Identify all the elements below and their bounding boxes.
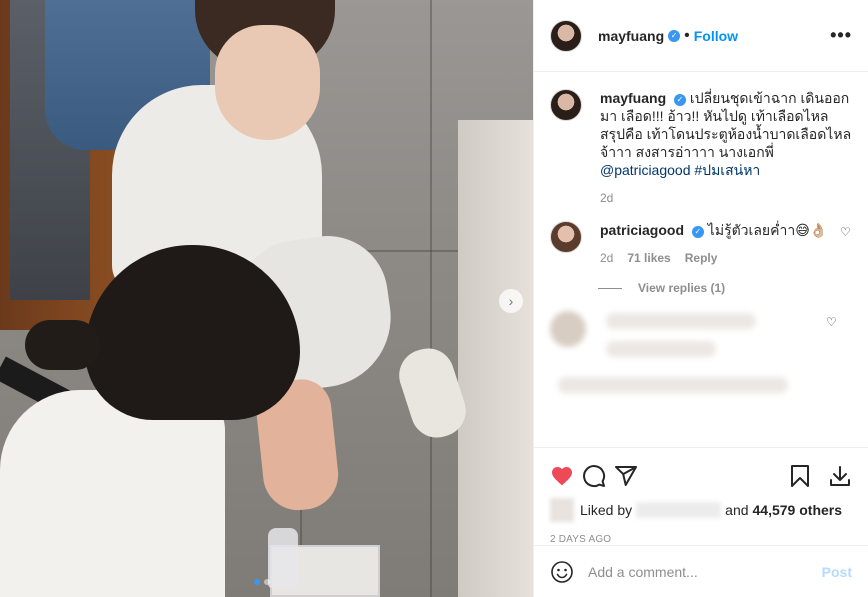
photo-woman-face bbox=[215, 25, 320, 140]
caption-hashtag[interactable]: #ปมเสน่หา bbox=[694, 162, 760, 178]
comment-input[interactable] bbox=[588, 563, 822, 580]
instagram-post: › mayfuang ✓ • Follow ••• mayfuang ✓ เปล… bbox=[0, 0, 868, 597]
blurred-comment bbox=[550, 375, 852, 395]
caption-mention[interactable]: @patriciagood bbox=[600, 162, 691, 178]
share-icon[interactable] bbox=[606, 456, 646, 496]
liked-by-username[interactable] bbox=[636, 502, 722, 518]
comment-time[interactable]: 2d bbox=[600, 249, 613, 267]
carousel-dot bbox=[264, 579, 270, 585]
bookmark-icon[interactable] bbox=[780, 456, 820, 496]
post-comment-button[interactable]: Post bbox=[822, 564, 852, 580]
comment-reply-button[interactable]: Reply bbox=[685, 249, 718, 267]
caption: mayfuang ✓ เปลี่ยนชุดเข้าฉาก เดินออกมา เ… bbox=[550, 89, 852, 207]
verified-badge-icon: ✓ bbox=[674, 94, 687, 106]
view-replies-label: View replies (1) bbox=[638, 281, 726, 295]
post-sidebar: mayfuang ✓ • Follow ••• mayfuang ✓ เปลี่… bbox=[533, 0, 868, 597]
comment-like-icon[interactable]: ♡ bbox=[840, 225, 852, 267]
liked-by-prefix: Liked by bbox=[580, 502, 633, 518]
action-bar: Liked by and 44,579 others 2 DAYS AGO bbox=[534, 447, 868, 545]
follow-button[interactable]: Follow bbox=[694, 28, 738, 44]
likes-summary: Liked by and 44,579 others bbox=[550, 498, 852, 522]
chevron-right-icon: › bbox=[508, 293, 514, 309]
post-date[interactable]: 2 DAYS AGO bbox=[550, 534, 852, 545]
avatar[interactable] bbox=[550, 19, 582, 52]
caption-time[interactable]: 2d bbox=[600, 189, 852, 207]
comment-like-icon[interactable]: ♡ bbox=[826, 315, 838, 329]
post-photo[interactable]: › bbox=[0, 0, 533, 597]
add-comment-bar: Post bbox=[534, 545, 868, 597]
blurred-comment: ♡ bbox=[550, 305, 852, 375]
photo-cabinet bbox=[458, 120, 533, 597]
comments-list[interactable]: mayfuang ✓ เปลี่ยนชุดเข้าฉาก เดินออกมา เ… bbox=[534, 73, 868, 447]
comment-item: patriciagood ✓ ไม่รู้ตัวเลยค่ำา😅👌🏼 2d 71… bbox=[550, 221, 852, 267]
view-replies-button[interactable]: View replies (1) bbox=[598, 281, 852, 295]
carousel-next-button[interactable]: › bbox=[499, 289, 523, 313]
liked-by-and: and bbox=[725, 502, 749, 518]
photo-helper bbox=[0, 390, 225, 597]
caption-avatar[interactable] bbox=[550, 89, 582, 121]
likes-others[interactable]: 44,579 others bbox=[753, 502, 843, 518]
download-icon[interactable] bbox=[820, 456, 860, 496]
comment-likes[interactable]: 71 likes bbox=[627, 249, 670, 267]
verified-badge-icon: ✓ bbox=[691, 226, 704, 238]
carousel-dot-active bbox=[254, 579, 260, 585]
carousel-dots bbox=[254, 579, 270, 585]
header-username[interactable]: mayfuang bbox=[598, 28, 664, 44]
comment-username[interactable]: patriciagood bbox=[600, 222, 684, 238]
comment-avatar[interactable] bbox=[550, 221, 582, 253]
header-separator: • bbox=[684, 26, 690, 44]
more-options-icon[interactable]: ••• bbox=[830, 25, 852, 46]
liked-by-avatar[interactable] bbox=[550, 498, 574, 522]
caption-username[interactable]: mayfuang bbox=[600, 90, 666, 106]
emoji-icon[interactable] bbox=[550, 560, 574, 584]
comment-text: ไม่รู้ตัวเลยค่ำา😅👌🏼 bbox=[707, 222, 828, 238]
post-header: mayfuang ✓ • Follow ••• bbox=[534, 0, 868, 72]
verified-badge-icon: ✓ bbox=[668, 29, 681, 42]
